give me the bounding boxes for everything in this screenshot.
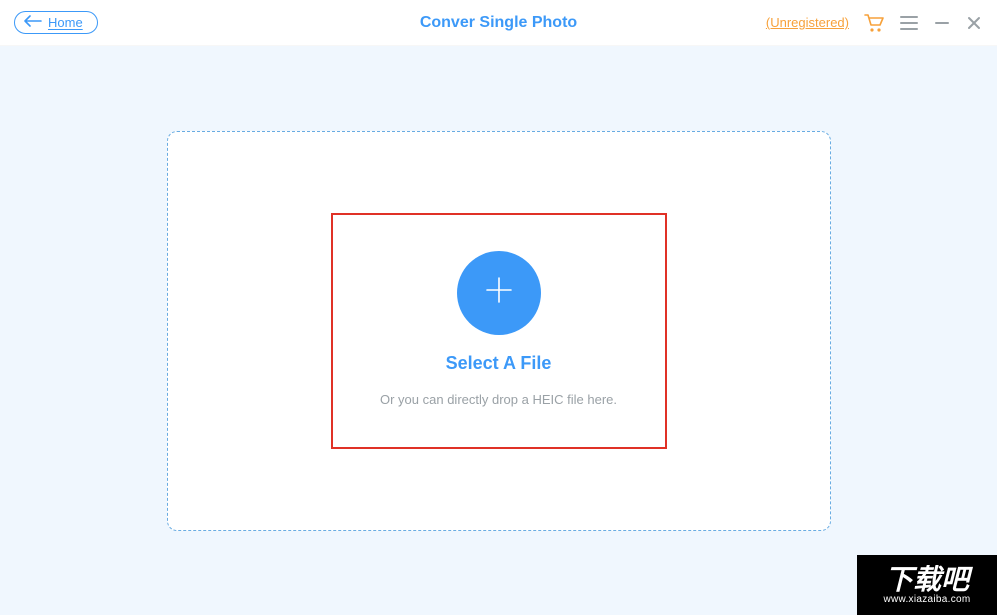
select-file-subtitle: Or you can directly drop a HEIC file her… xyxy=(380,392,617,407)
menu-icon[interactable] xyxy=(899,15,919,31)
header: Home Conver Single Photo (Unregistered) xyxy=(0,0,997,46)
select-file-title: Select A File xyxy=(446,353,552,374)
header-right: (Unregistered) xyxy=(766,13,983,33)
minimize-icon[interactable] xyxy=(933,14,951,32)
file-dropzone[interactable]: Select A File Or you can directly drop a… xyxy=(167,131,831,531)
arrow-left-icon xyxy=(24,15,42,30)
home-button[interactable]: Home xyxy=(14,11,98,34)
watermark-url: www.xiazaiba.com xyxy=(883,594,970,605)
unregistered-link[interactable]: (Unregistered) xyxy=(766,15,849,30)
watermark-text: 下载吧 xyxy=(885,566,969,594)
plus-icon xyxy=(481,272,517,313)
watermark: 下载吧 www.xiazaiba.com xyxy=(857,555,997,615)
close-icon[interactable] xyxy=(965,14,983,32)
home-button-label: Home xyxy=(48,15,83,30)
page-title: Conver Single Photo xyxy=(420,14,577,32)
cart-icon[interactable] xyxy=(863,13,885,33)
main-area: Select A File Or you can directly drop a… xyxy=(0,46,997,615)
add-file-button[interactable] xyxy=(457,251,541,335)
highlight-box: Select A File Or you can directly drop a… xyxy=(331,213,667,449)
